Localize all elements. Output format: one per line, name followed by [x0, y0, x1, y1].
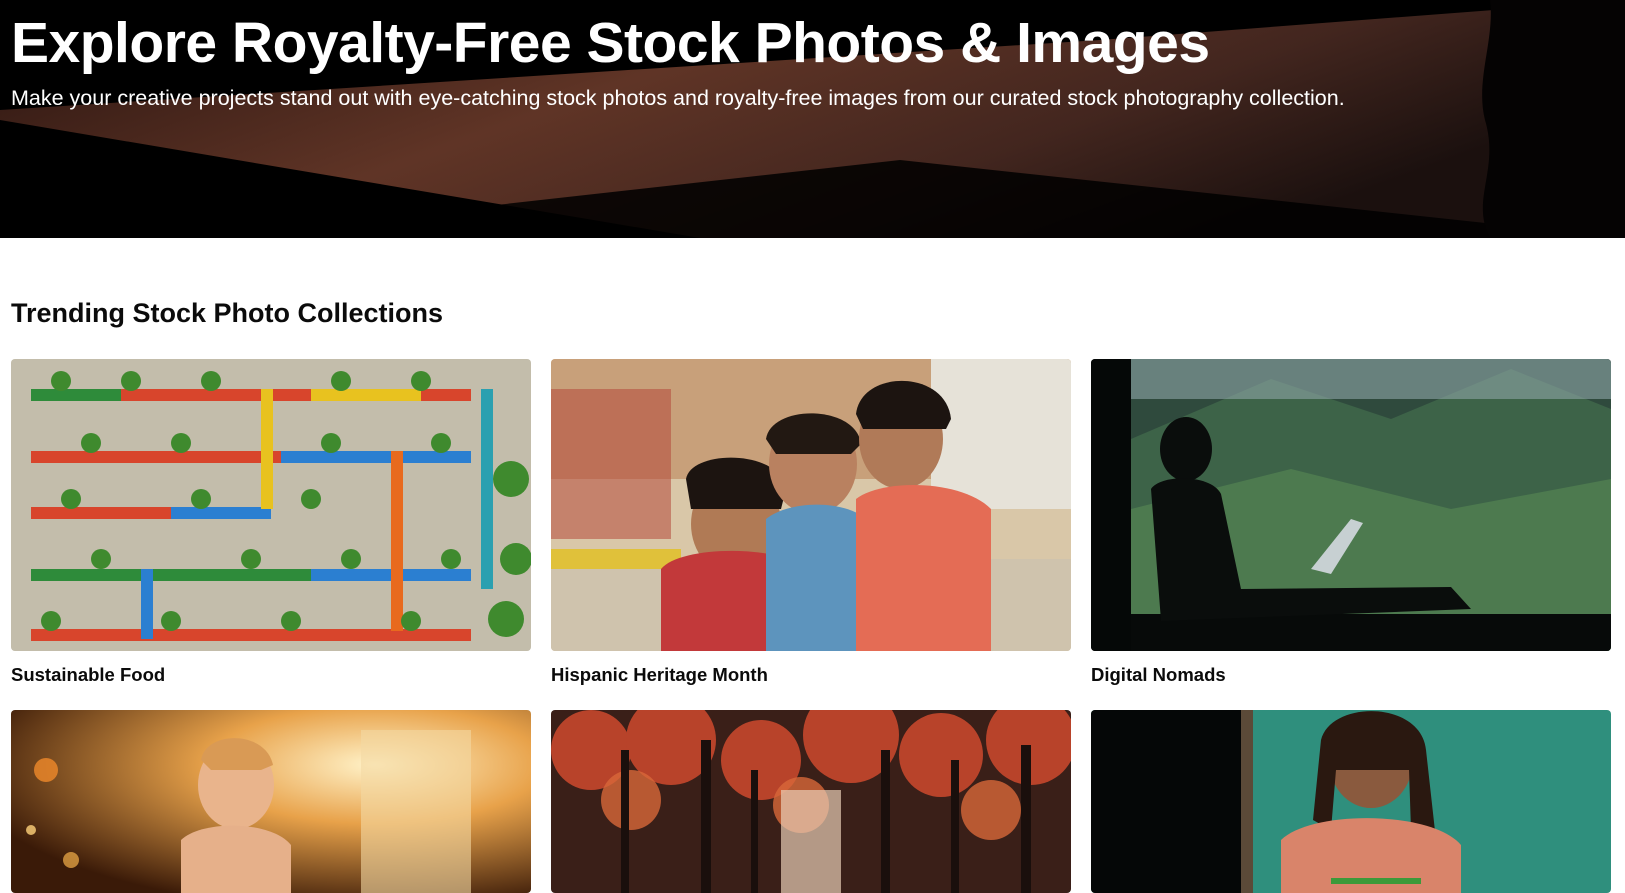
- hero-banner: Explore Royalty-Free Stock Photos & Imag…: [0, 0, 1625, 238]
- collection-card-6[interactable]: [1091, 710, 1611, 893]
- page-subtitle: Make your creative projects stand out wi…: [11, 86, 1345, 110]
- collection-card-sustainable-food[interactable]: Sustainable Food: [11, 359, 531, 686]
- section-title: Trending Stock Photo Collections: [11, 298, 444, 328]
- smiling-girls-image: [551, 359, 1071, 651]
- page-title: Explore Royalty-Free Stock Photos & Imag…: [11, 11, 1210, 75]
- collection-label[interactable]: Digital Nomads: [1091, 664, 1611, 686]
- collection-label[interactable]: Hispanic Heritage Month: [551, 664, 1071, 686]
- collection-thumbnail[interactable]: [551, 710, 1071, 893]
- collection-thumbnail[interactable]: [1091, 710, 1611, 893]
- collection-thumbnail[interactable]: [11, 359, 531, 651]
- vertical-garden-image: [11, 359, 531, 651]
- collection-card-digital-nomads[interactable]: Digital Nomads: [1091, 359, 1611, 686]
- digital-nomad-image: [1091, 359, 1611, 651]
- collection-thumbnail[interactable]: [1091, 359, 1611, 651]
- collection-card-4[interactable]: [11, 710, 531, 893]
- collection-thumbnail[interactable]: [11, 710, 531, 893]
- collection-card-5[interactable]: [551, 710, 1071, 893]
- collection-thumbnail[interactable]: [551, 359, 1071, 651]
- collection-card-hispanic-heritage-month[interactable]: Hispanic Heritage Month: [551, 359, 1071, 686]
- golden-light-child-image: [11, 710, 531, 893]
- woman-teal-wall-image: [1091, 710, 1611, 893]
- collection-label[interactable]: Sustainable Food: [11, 664, 531, 686]
- autumn-forest-image: [551, 710, 1071, 893]
